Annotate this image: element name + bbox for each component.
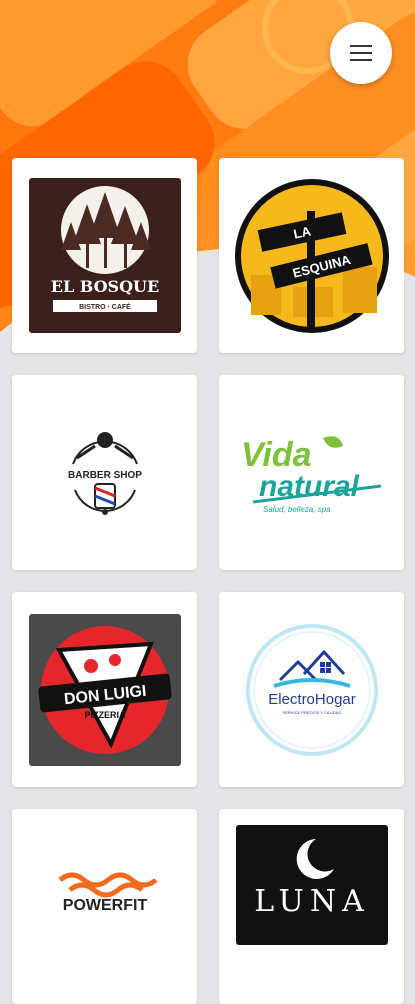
business-card-electrohogar[interactable]: ElectroHogar SERVICE PRECIOS Y CALIDAD <box>219 592 404 787</box>
el-bosque-logo: EL BOSQUE BISTRO · CAFÉ <box>28 178 181 333</box>
vida-natural-tagline: Salud, belleza, spa <box>263 505 331 514</box>
business-card-el-bosque[interactable]: EL BOSQUE BISTRO · CAFÉ <box>12 158 197 353</box>
luna-name: LUNA <box>254 884 369 919</box>
el-bosque-tagline: BISTRO · CAFÉ <box>79 302 131 311</box>
electrohogar-tagline: SERVICE PRECIOS Y CALIDAD <box>282 710 341 715</box>
leaf-icon <box>322 435 343 448</box>
business-card-barber-shop[interactable]: BARBER SHOP <box>12 375 197 570</box>
business-card-vida-natural[interactable]: Vida natural Salud, belleza, spa <box>219 375 404 570</box>
don-luigi-logo: DON LUIGI PIZZERIA <box>28 613 181 766</box>
electrohogar-name: ElectroHogar <box>268 691 356 708</box>
barber-shop-logo: BARBER SHOP <box>68 431 142 515</box>
vida-natural-line1: Vida <box>241 436 312 474</box>
powerfit-logo: POWERFIT <box>57 872 158 914</box>
business-card-la-esquina[interactable]: LA ESQUINA <box>219 158 404 353</box>
electrohogar-logo: ElectroHogar SERVICE PRECIOS Y CALIDAD <box>245 623 378 756</box>
business-grid: EL BOSQUE BISTRO · CAFÉ LA ESQUINA BARBE… <box>12 158 404 1004</box>
luna-logo: LUNA <box>235 825 388 945</box>
barber-shop-name: BARBER SHOP <box>68 470 142 481</box>
vida-natural-logo: Vida natural Salud, belleza, spa <box>241 435 381 514</box>
el-bosque-name: EL BOSQUE <box>50 277 158 296</box>
business-card-don-luigi[interactable]: DON LUIGI PIZZERIA <box>12 592 197 787</box>
business-card-powerfit[interactable]: POWERFIT <box>12 809 197 1004</box>
business-card-luna[interactable]: LUNA <box>219 809 404 1004</box>
don-luigi-tagline: PIZZERIA <box>84 710 126 720</box>
hamburger-icon <box>350 45 372 61</box>
menu-button[interactable] <box>330 22 392 84</box>
la-esquina-logo: LA ESQUINA <box>234 178 389 333</box>
